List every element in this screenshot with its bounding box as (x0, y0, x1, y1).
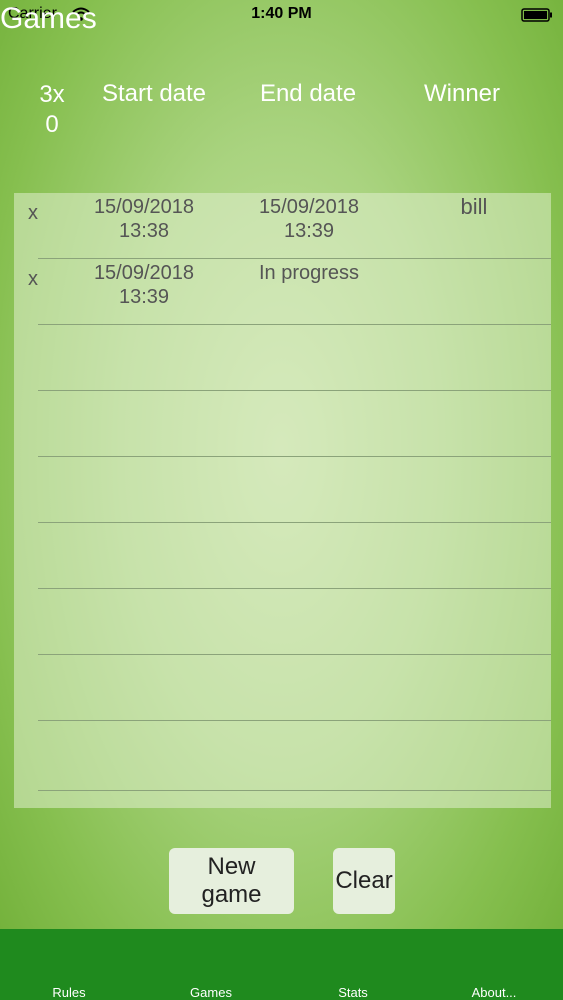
empty-row (14, 589, 551, 655)
tab-bar: Rules Games Stats About... (0, 929, 563, 1000)
empty-row (14, 325, 551, 391)
start-date: 15/09/2018 (93, 262, 195, 284)
games-table[interactable]: x 15/09/2018 13:38 15/09/2018 13:39 bill… (14, 193, 551, 808)
empty-row (14, 457, 551, 523)
count-header-label: 3x (39, 81, 65, 108)
row-divider (38, 720, 551, 721)
start-time: 13:38 (118, 220, 170, 242)
tab-about[interactable]: About... (444, 985, 544, 1000)
end-date: 15/09/2018 (258, 196, 360, 218)
clear-button[interactable]: Clear (333, 848, 395, 914)
table-row[interactable]: x 15/09/2018 13:38 15/09/2018 13:39 bill (14, 193, 551, 259)
empty-row (14, 655, 551, 721)
tab-games[interactable]: Games (161, 985, 261, 1000)
delete-row-button[interactable]: x (28, 267, 38, 291)
empty-row (14, 391, 551, 457)
row-divider (38, 790, 551, 791)
end-date: In progress (258, 262, 360, 284)
count-header-sub: 0 (45, 111, 59, 138)
tab-stats[interactable]: Stats (303, 985, 403, 1000)
end-date-header: End date (259, 80, 357, 107)
start-time: 13:39 (118, 286, 170, 308)
battery-icon (521, 8, 552, 22)
winner-cell: bill (460, 194, 488, 219)
page-title: Games (0, 2, 97, 35)
empty-row (14, 523, 551, 589)
start-date-header: Start date (101, 80, 207, 107)
new-game-button[interactable]: New game (169, 848, 294, 914)
empty-row (14, 725, 551, 791)
delete-row-button[interactable]: x (28, 201, 38, 225)
winner-header: Winner (423, 80, 501, 107)
start-cell: 15/09/2018 13:38 (74, 195, 214, 243)
start-cell: 15/09/2018 13:39 (74, 261, 214, 309)
tab-rules[interactable]: Rules (19, 985, 119, 1000)
start-date: 15/09/2018 (93, 196, 195, 218)
count-header: 3x 0 (30, 80, 74, 140)
table-row[interactable]: x 15/09/2018 13:39 In progress (14, 259, 551, 325)
end-time: 13:39 (283, 220, 335, 242)
end-cell: 15/09/2018 13:39 (234, 195, 384, 243)
end-cell: In progress (234, 261, 384, 285)
